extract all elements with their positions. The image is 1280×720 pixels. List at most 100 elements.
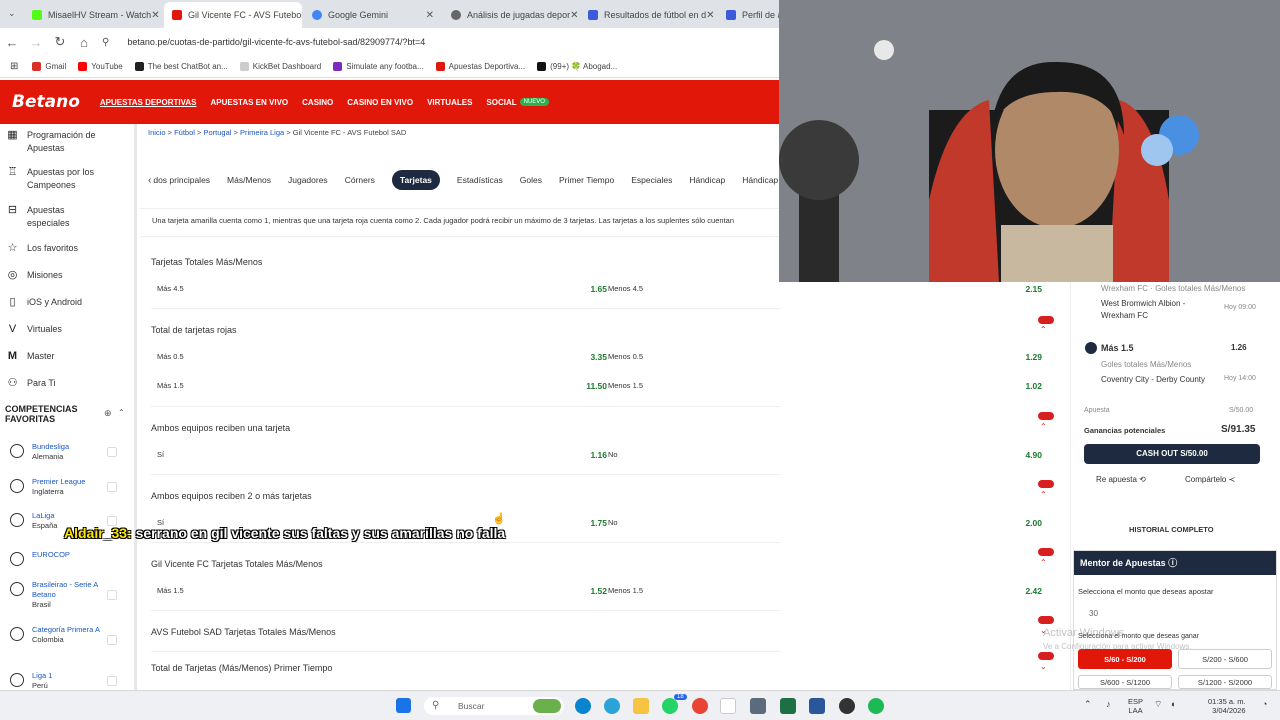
browser-tab-active[interactable]: Gil Vicente FC - AVS Futebol✕ [164,2,302,28]
typora-icon[interactable] [720,698,736,714]
tab-close-icon[interactable]: ✕ [426,10,434,21]
bookmark-kickbet[interactable]: KickBet Dashboard [239,62,321,71]
widget-icon[interactable] [533,699,561,713]
tab-list-chevron-icon[interactable]: ⌄ [8,8,16,19]
competition-item[interactable]: Premier League Inglaterra [10,477,85,497]
odds-button[interactable]: 1.29 [1010,352,1042,362]
sidebar-item-ios-android[interactable]: ▯ iOS y Android [6,296,82,309]
market-title[interactable]: AVS Futebol SAD Tarjetas Totales Más/Men… [151,627,336,637]
obs-icon[interactable] [839,698,855,714]
browser-tab[interactable]: MisaelHV Stream - Watch ✕ [24,2,162,28]
tab-primer-tiempo[interactable]: Primer Tiempo [559,175,614,185]
apps-grid-icon[interactable]: ⊞ [10,61,18,72]
range-option[interactable]: S/200 - S/600 [1178,649,1272,669]
favorite-checkbox[interactable] [107,590,117,600]
expand-icon[interactable]: ⌄ [1040,662,1047,671]
nav-casino[interactable]: CASINO [302,98,333,107]
nav-virtuales[interactable]: VIRTUALES [427,98,472,107]
browser-tab[interactable]: Google Gemini ✕ [304,2,442,28]
wifi-icon[interactable]: ⌔ [1154,700,1162,709]
add-favorite-icon[interactable]: ⊕ [104,408,112,419]
file-explorer-icon[interactable] [633,698,649,714]
sidebar-item-master[interactable]: M Master [6,350,55,363]
stake-input[interactable]: 30 [1089,609,1098,618]
sidebar-item-misiones[interactable]: ◎ Misiones [6,269,63,282]
calculator-icon[interactable] [750,698,766,714]
tab-estadisticas[interactable]: Estadísticas [457,175,503,185]
odds-button[interactable]: 1.65 [567,284,607,294]
market-title[interactable]: Ambos equipos reciben una tarjeta [151,423,290,433]
betbuilder-icon[interactable] [1038,412,1054,420]
competition-item[interactable]: EUROCOP [10,550,70,566]
breadcrumb-link[interactable]: Fútbol [174,128,195,137]
favorite-checkbox[interactable] [107,635,117,645]
sidebar-item-programacion[interactable]: ▦ Programación de Apuestas [6,129,107,155]
odds-button[interactable]: 1.16 [567,450,607,460]
sidebar-item-favoritos[interactable]: ☆ Los favoritos [6,242,78,255]
odds-button[interactable]: 2.00 [1010,518,1042,528]
tab-mas-menos[interactable]: Más/Menos [227,175,271,185]
sidebar-item-para-ti[interactable]: ⚇ Para Ti [6,377,56,390]
chrome-icon[interactable] [692,698,708,714]
tab-goles[interactable]: Goles [520,175,542,185]
breadcrumb-link[interactable]: Portugal [204,128,232,137]
nav-apuestas-en-vivo[interactable]: APUESTAS EN VIVO [210,98,288,107]
volume-icon[interactable]: ◖ [1170,700,1175,709]
tab-jugadores[interactable]: Jugadores [288,175,328,185]
odds-button[interactable]: 1.02 [1010,381,1042,391]
betbuilder-icon[interactable] [1038,616,1054,624]
nav-apuestas-deportivas[interactable]: APUESTAS DEPORTIVAS [100,98,197,107]
tab-handicap-asiatico[interactable]: Hándicap Asiá [742,175,780,185]
tabs-left-arrow-icon[interactable]: ‹ [148,175,151,186]
collapse-icon[interactable]: ⌃ [1040,558,1047,567]
sidebar-item-especiales[interactable]: ⊟ Apuestas especiales [6,204,87,230]
range-option[interactable]: S/1200 - S/2000 [1178,675,1272,689]
favorite-checkbox[interactable] [107,482,117,492]
market-title[interactable]: Total de tarjetas rojas [151,325,237,335]
market-title[interactable]: Ambos equipos reciben 2 o más tarjetas [151,491,312,501]
nav-casino-en-vivo[interactable]: CASINO EN VIVO [347,98,413,107]
share-button[interactable]: Compártelo ≺ [1185,475,1235,484]
excel-icon[interactable] [780,698,796,714]
browser-tab[interactable]: Resultados de fútbol en d ✕ [580,2,718,28]
reload-icon[interactable]: ↻ [48,34,72,50]
tab-handicap[interactable]: Hándicap [689,175,725,185]
breadcrumb-link[interactable]: Inicio [148,128,166,137]
competition-item[interactable]: Bundesliga Alemania [10,442,69,462]
range-option[interactable]: S/600 - S/1200 [1078,675,1172,689]
bookmark-apuestas[interactable]: Apuestas Deportiva... [435,62,525,71]
tab-especiales[interactable]: Especiales [631,175,672,185]
tab-close-icon[interactable]: ✕ [706,10,714,21]
competition-item[interactable]: Categoría Primera A Colombia [10,625,102,645]
market-title[interactable]: Total de Tarjetas (Más/Menos) Primer Tie… [151,663,332,673]
cash-out-button[interactable]: CASH OUT S/50.00 [1084,444,1260,464]
favorite-checkbox[interactable] [107,447,117,457]
tab-close-icon[interactable]: ✕ [151,10,159,21]
clock[interactable]: 01:35 a. m. 3/04/2026 [1208,697,1246,715]
odds-button[interactable]: 1.52 [567,586,607,596]
odds-button[interactable]: 11.50 [567,381,607,391]
odds-button[interactable]: 1.75 [567,518,607,528]
market-title[interactable]: Gil Vicente FC Tarjetas Totales Más/Meno… [151,559,323,569]
browser-tab[interactable]: Análisis de jugadas depor ✕ [443,2,581,28]
competition-item[interactable]: LaLiga España [10,511,57,531]
site-info-icon[interactable]: ⚲ [102,37,109,48]
sidebar-item-virtuales[interactable]: V Virtuales [6,323,62,336]
odds-button[interactable]: 2.42 [1010,586,1042,596]
collapse-icon[interactable]: ⌃ [1040,490,1047,499]
tab-corners[interactable]: Córners [345,175,375,185]
collapse-icon[interactable]: ⌃ [118,408,125,417]
bookmark-simulate[interactable]: Simulate any footba... [333,62,424,71]
bookmark-gmail[interactable]: Gmail [32,62,66,71]
reuse-bet-button[interactable]: Re apuesta ⟲ [1096,475,1146,484]
nav-social[interactable]: SOCIAL [486,98,516,107]
betbuilder-icon[interactable] [1038,548,1054,556]
full-history-link[interactable]: HISTORIAL COMPLETO [1129,525,1214,534]
odds-button[interactable]: 3.35 [567,352,607,362]
tray-chevron-icon[interactable]: ⌃ [1084,700,1092,709]
tab-close-icon[interactable]: ✕ [570,10,578,21]
whatsapp-icon[interactable] [662,698,678,714]
home-icon[interactable]: ⌂ [72,35,96,50]
breadcrumb-link[interactable]: Primeira Liga [240,128,284,137]
bookmark-chatbot[interactable]: The best ChatBot an... [134,62,228,71]
